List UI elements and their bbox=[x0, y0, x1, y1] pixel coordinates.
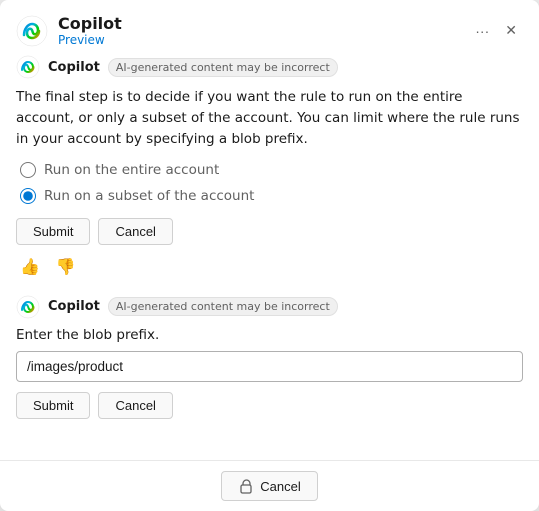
footer-cancel-button[interactable]: Cancel bbox=[221, 471, 317, 501]
message-block-2: Copilot AI-generated content may be inco… bbox=[16, 295, 523, 419]
radio-entire-account[interactable]: Run on the entire account bbox=[20, 162, 523, 178]
feedback-row-1: 👍 👎 bbox=[16, 255, 523, 279]
ai-badge-1: AI-generated content may be incorrect bbox=[108, 58, 338, 77]
lock-icon bbox=[238, 478, 254, 494]
title-text: Copilot Preview bbox=[58, 14, 459, 47]
radio-subset-account[interactable]: Run on a subset of the account bbox=[20, 188, 523, 204]
radio-entire-label: Run on the entire account bbox=[44, 162, 219, 178]
title-bar: Copilot Preview ··· ✕ bbox=[0, 0, 539, 55]
copilot-label-2: Copilot bbox=[48, 299, 100, 314]
content-area[interactable]: Copilot AI-generated content may be inco… bbox=[0, 55, 539, 460]
message-block-1: Copilot AI-generated content may be inco… bbox=[16, 55, 523, 279]
app-subtitle: Preview bbox=[58, 33, 459, 47]
thumbs-up-button[interactable]: 👍 bbox=[16, 255, 44, 279]
footer-bar: Cancel bbox=[0, 460, 539, 511]
copilot-header-2: Copilot AI-generated content may be inco… bbox=[16, 295, 523, 319]
copilot-label-1: Copilot bbox=[48, 60, 100, 75]
thumbs-down-button[interactable]: 👎 bbox=[52, 255, 80, 279]
btn-row-1: Submit Cancel bbox=[16, 218, 523, 245]
footer-cancel-label: Cancel bbox=[260, 479, 300, 494]
radio-subset-input[interactable] bbox=[20, 188, 36, 204]
message-text-1: The final step is to decide if you want … bbox=[16, 87, 523, 150]
btn-row-2: Submit Cancel bbox=[16, 392, 523, 419]
close-button[interactable]: ✕ bbox=[499, 18, 523, 43]
input-label-2: Enter the blob prefix. bbox=[16, 327, 523, 343]
submit-button-2[interactable]: Submit bbox=[16, 392, 90, 419]
radio-entire-input[interactable] bbox=[20, 162, 36, 178]
cancel-button-1[interactable]: Cancel bbox=[98, 218, 172, 245]
radio-subset-label: Run on a subset of the account bbox=[44, 188, 254, 204]
cancel-button-2[interactable]: Cancel bbox=[98, 392, 172, 419]
copilot-header-1: Copilot AI-generated content may be inco… bbox=[16, 55, 523, 79]
ai-badge-2: AI-generated content may be incorrect bbox=[108, 297, 338, 316]
copilot-app-icon bbox=[16, 15, 48, 47]
submit-button-1[interactable]: Submit bbox=[16, 218, 90, 245]
title-actions: ··· ✕ bbox=[469, 18, 523, 43]
more-options-button[interactable]: ··· bbox=[469, 19, 495, 43]
blob-prefix-input[interactable] bbox=[16, 351, 523, 382]
copilot-icon-1 bbox=[16, 55, 40, 79]
app-title: Copilot bbox=[58, 14, 459, 33]
dialog: Copilot Preview ··· ✕ bbox=[0, 0, 539, 511]
copilot-icon-2 bbox=[16, 295, 40, 319]
radio-group-1: Run on the entire account Run on a subse… bbox=[16, 162, 523, 204]
